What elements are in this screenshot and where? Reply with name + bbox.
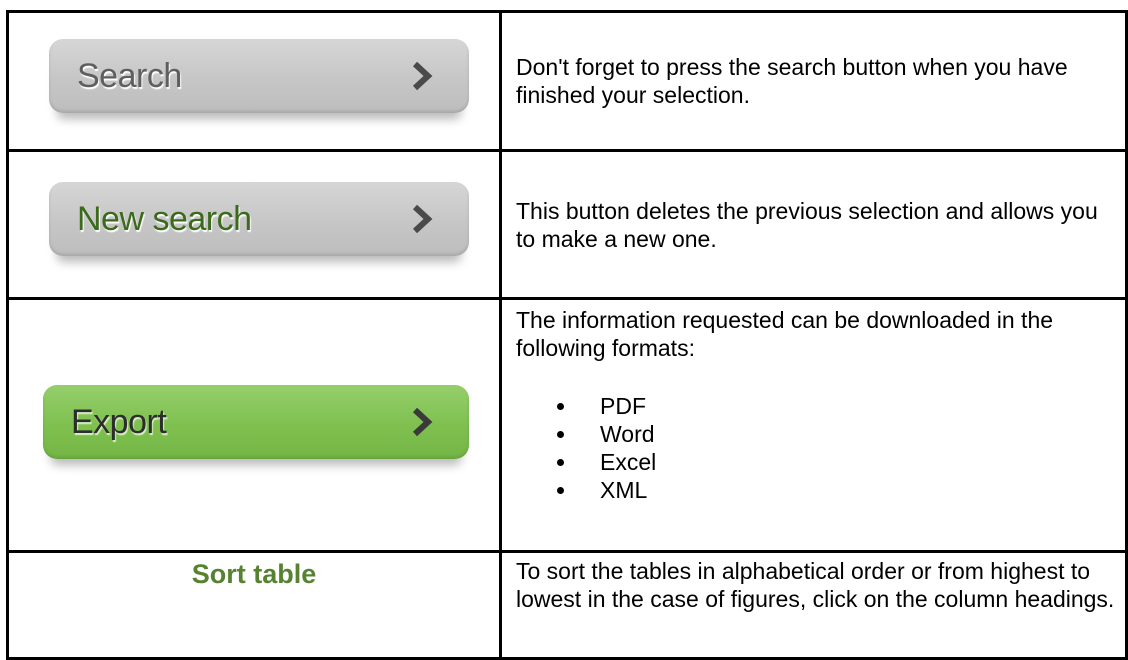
search-button[interactable]: Search	[49, 39, 469, 113]
description-cell: To sort the tables in alphabetical order…	[499, 550, 1128, 660]
button-cell: Search	[6, 10, 502, 152]
chevron-right-icon	[409, 202, 435, 236]
description-cell: This button deletes the previous selecti…	[499, 149, 1128, 300]
button-cell: Sort table	[6, 550, 502, 660]
sort-table-description: To sort the tables in alphabetical order…	[516, 558, 1115, 612]
search-button-label: Search	[77, 56, 182, 95]
chevron-right-icon	[409, 405, 435, 439]
export-button-label: Export	[71, 402, 167, 441]
chevron-right-icon	[409, 59, 435, 93]
search-description: Don't forget to press the search button …	[516, 54, 1068, 108]
new-search-button-label: New search	[77, 199, 252, 238]
table-row: Search Don't forget to press the search …	[6, 10, 1128, 152]
list-item: XML	[578, 476, 1117, 504]
list-item: Word	[578, 420, 1117, 448]
list-item: PDF	[578, 392, 1117, 420]
sort-table-label: Sort table	[191, 559, 317, 589]
description-cell: The information requested can be downloa…	[499, 297, 1128, 553]
table-row: New search This button deletes the previ…	[6, 149, 1128, 300]
table-row: Sort table To sort the tables in alphabe…	[6, 550, 1128, 660]
button-cell: Export	[6, 297, 502, 553]
export-button[interactable]: Export	[43, 385, 469, 459]
export-formats-list: PDF Word Excel XML	[516, 392, 1117, 504]
list-item: Excel	[578, 448, 1117, 476]
export-description: The information requested can be downloa…	[516, 307, 1054, 361]
button-cell: New search	[6, 149, 502, 300]
help-table: Search Don't forget to press the search …	[6, 10, 1128, 660]
new-search-description: This button deletes the previous selecti…	[516, 197, 1098, 252]
description-cell: Don't forget to press the search button …	[499, 10, 1128, 152]
new-search-button[interactable]: New search	[49, 182, 469, 256]
table-row: Export The information requested can be …	[6, 297, 1128, 553]
